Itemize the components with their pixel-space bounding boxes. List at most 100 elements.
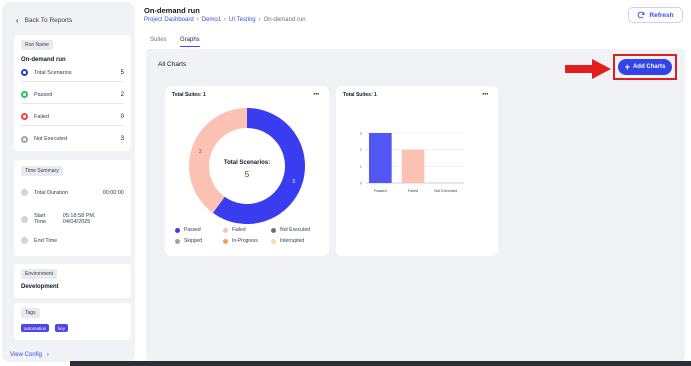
run-summary-card: Run Name On-demand run Total Scenarios 5… <box>14 35 131 151</box>
donut-chart-card: Total Suites: 1 ··· Total Scenarios: 5 3… <box>165 86 329 256</box>
donut-chart: Total Scenarios: 5 3 2 <box>189 108 305 225</box>
legend-interrupted: Interrupted <box>271 238 304 244</box>
clock-icon <box>21 237 28 244</box>
stat-count: 5 <box>120 69 124 76</box>
stat-total-scenarios: Total Scenarios 5 <box>21 64 124 82</box>
legend-passed: Passed <box>175 227 201 233</box>
stat-count: 2 <box>120 91 124 98</box>
back-to-reports-link[interactable]: ‹ Back To Reports <box>16 16 72 25</box>
x-tick-label: Passed <box>374 189 387 193</box>
environment-value: Development <box>21 284 59 290</box>
stat-count: 3 <box>120 136 124 142</box>
failed-icon <box>21 113 28 120</box>
chevron-left-icon: ‹ <box>16 16 19 25</box>
bar-passed <box>369 133 392 183</box>
not-executed-icon <box>21 135 28 143</box>
charts-panel: All Charts + Add Charts Total Suites: 1 … <box>146 49 685 361</box>
taskbar-strip <box>70 361 691 366</box>
time-value: 00:00:00 <box>102 189 124 196</box>
y-tick-label: 1 <box>360 164 363 169</box>
legend-dot <box>271 227 276 233</box>
red-arrow-annotation <box>565 59 611 79</box>
start-time-row: Start Time 05:18:58 PM, 04/04/2025 <box>21 213 124 225</box>
refresh-label: Refresh <box>649 11 674 19</box>
legend-label: In-Progress <box>232 238 258 244</box>
add-charts-button[interactable]: + Add Charts <box>618 59 672 75</box>
tab-suites[interactable]: Suites <box>150 37 167 43</box>
add-charts-highlight: + Add Charts <box>613 54 677 80</box>
tag-automation: automation <box>21 324 50 332</box>
breadcrumb-project-dashboard[interactable]: Project Dashboard <box>144 17 194 23</box>
legend-dot <box>223 238 228 244</box>
back-label: Back To Reports <box>24 17 73 24</box>
breadcrumb-separator: › <box>258 17 261 23</box>
donut-center-label: Total Scenarios: <box>224 160 270 166</box>
breadcrumb-current: On-demand run <box>263 17 306 23</box>
time-summary-card: Time Summary Total Duration 00:00:00 Sta… <box>14 160 131 256</box>
tags-card: Tags automation key <box>14 303 131 340</box>
tab-graphs[interactable]: Graphs <box>180 37 200 47</box>
legend-skipped: Skipped <box>175 238 202 244</box>
stat-not-executed: Not Executed 3 <box>21 130 124 148</box>
environment-card: Environment Development <box>14 264 131 298</box>
time-label: End Time <box>34 237 58 244</box>
time-summary-chip: Time Summary <box>21 166 63 176</box>
legend-dot <box>271 238 276 244</box>
stat-label: Failed <box>34 113 49 120</box>
legend-label: Passed <box>184 227 201 233</box>
x-tick-label: Not Executed <box>434 189 457 193</box>
refresh-icon <box>638 11 645 19</box>
stat-label: Passed <box>34 91 53 98</box>
view-config-label: View Config <box>10 352 42 358</box>
all-charts-heading: All Charts <box>158 61 187 68</box>
run-name-chip: Run Name <box>21 40 53 50</box>
plus-icon: + <box>624 62 630 72</box>
legend-label: Failed <box>232 227 246 233</box>
add-charts-label: Add Charts <box>632 64 666 70</box>
legend-label: Skipped <box>184 238 203 244</box>
bar-chart: 0 1 2 3 Passed Failed Not Executed <box>360 131 464 193</box>
clock-icon <box>21 189 28 196</box>
legend-in-progress: In-Progress <box>223 238 258 244</box>
time-value: 05:18:58 PM, 04/04/2025 <box>62 213 96 225</box>
time-label: Start Time <box>33 213 46 225</box>
breadcrumb-demo1[interactable]: Demo1 <box>202 17 221 23</box>
donut-slice-label: 3 <box>292 179 295 185</box>
y-tick-label: 3 <box>360 131 363 136</box>
total-duration-row: Total Duration 00:00:00 <box>21 189 124 196</box>
breadcrumb-separator: › <box>224 17 227 23</box>
x-tick-label: Failed <box>408 189 418 193</box>
y-tick-label: 2 <box>360 147 363 152</box>
stat-passed: Passed 2 <box>21 86 124 104</box>
tag-key: key <box>55 324 69 332</box>
chevron-right-icon: › <box>46 352 49 358</box>
breadcrumb-separator: › <box>196 17 199 23</box>
time-label: Total Duration <box>34 189 68 196</box>
donut-center-value: 5 <box>245 170 250 179</box>
legend-label: Interrupted <box>280 238 305 244</box>
sidebar: ‹ Back To Reports Run Name On-demand run… <box>2 2 135 362</box>
page-title: On-demand run <box>144 6 200 15</box>
breadcrumb-ui-testing[interactable]: UI Testing <box>229 17 256 23</box>
legend-dot <box>175 227 180 233</box>
legend-dot <box>223 227 228 233</box>
legend-dot <box>175 238 180 244</box>
y-tick-label: 0 <box>360 181 363 186</box>
end-time-row: End Time <box>21 237 124 244</box>
stat-label: Not Executed <box>34 136 68 142</box>
environment-chip: Environment <box>21 269 58 279</box>
tags-chip: Tags <box>21 308 40 318</box>
total-scenarios-icon <box>21 69 28 76</box>
bar-chart-card: Total Suites: 1 ··· 0 1 2 3 Passed Failed Not … <box>336 86 498 256</box>
stat-label: Total Scenarios <box>34 69 72 76</box>
stat-failed: Failed 0 <box>21 108 124 126</box>
passed-icon <box>21 91 28 98</box>
view-config-link[interactable]: View Config › <box>10 352 49 358</box>
legend-failed: Failed <box>223 227 246 233</box>
refresh-button[interactable]: Refresh <box>628 7 683 23</box>
legend-not-executed: Not Executed <box>271 227 310 233</box>
clock-icon <box>21 215 28 223</box>
bar-failed <box>401 149 425 183</box>
breadcrumb: Project Dashboard › Demo1 › UI Testing ›… <box>144 17 306 23</box>
run-name: On-demand run <box>21 57 66 63</box>
